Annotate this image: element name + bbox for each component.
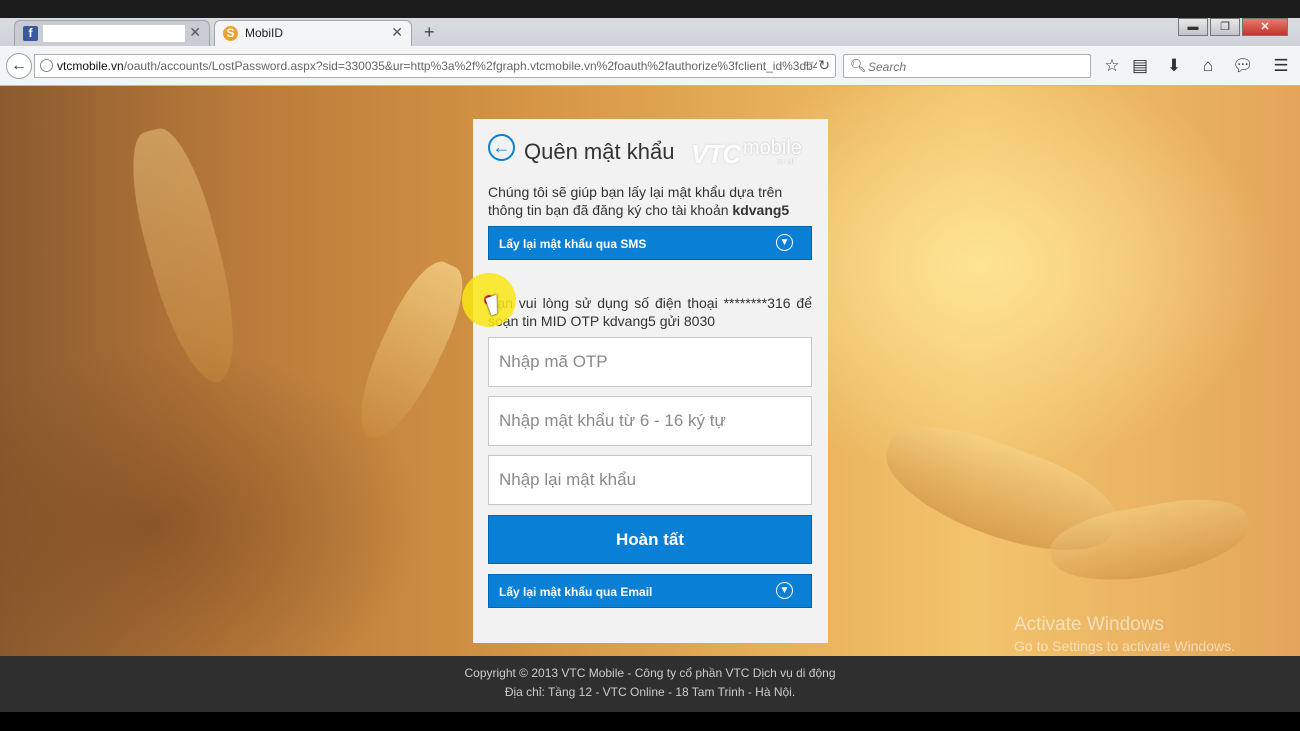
chevron-down-icon: ▼ (776, 234, 793, 251)
url-text[interactable]: vtcmobile.vn/oauth/accounts/LostPassword… (57, 59, 817, 73)
bookmark-star-icon[interactable]: ☆ (1102, 56, 1122, 76)
tab-close-icon[interactable]: ✕ (391, 24, 403, 41)
complete-button[interactable]: Hoàn tất (488, 515, 812, 564)
page-footer: Copyright © 2013 VTC Mobile - Công ty cổ… (0, 656, 1300, 712)
sms-instructions: Bạn vui lòng sử dụng số điện thoại *****… (488, 295, 812, 329)
facebook-icon: f (23, 26, 38, 41)
confirm-password-input[interactable] (488, 455, 812, 505)
url-dropdown-icon[interactable]: ▽ (805, 59, 813, 72)
logo-product: mobile (743, 137, 802, 159)
wheat-decoration (117, 121, 253, 391)
wheat-decoration (342, 252, 478, 450)
search-bar[interactable]: 🔍︎ (843, 54, 1091, 78)
logo-brand: VTC (691, 139, 741, 169)
browser-title-bar: f ✕ S MobiID ✕ + ▬ ❐ ✕ (0, 0, 1300, 46)
watermark-line1: Activate Windows (1014, 614, 1164, 635)
mobiid-icon: S (223, 26, 238, 41)
window-controls: ▬ ❐ ✕ (1176, 18, 1288, 36)
account-name: kdvang5 (732, 202, 790, 218)
back-arrow-icon[interactable]: ← (488, 134, 515, 161)
email-option-button[interactable]: Lấy lại mật khẩu qua Email ▼ (488, 574, 812, 608)
new-tab-button[interactable]: + (424, 22, 435, 43)
url-path: /oauth/accounts/LostPassword.aspx?sid=33… (123, 59, 817, 73)
url-host: vtcmobile.vn (57, 59, 124, 73)
reading-list-icon[interactable]: ▤ (1130, 56, 1150, 76)
search-input[interactable] (866, 57, 1090, 77)
vtc-mobile-logo: VTC mobile for all (691, 133, 811, 173)
tab-title-facebook (42, 24, 186, 43)
watermark-line2: Go to Settings to activate Windows. (1014, 638, 1235, 654)
forgot-password-panel: ← Quên mật khẩu VTC mobile for all Chúng… (473, 119, 828, 643)
tab-title-mobiid: MobiID (245, 26, 284, 40)
sms-option-label: Lấy lại mật khẩu qua SMS (499, 237, 647, 251)
sms-option-button[interactable]: Lấy lại mật khẩu qua SMS ▼ (488, 226, 812, 260)
chat-icon[interactable]: 💬︎ (1232, 56, 1254, 76)
download-icon[interactable]: ⬇ (1164, 56, 1184, 76)
globe-icon (40, 59, 53, 72)
back-arrow-icon: ← (11, 57, 27, 74)
navigation-bar: ← vtcmobile.vn/oauth/accounts/LostPasswo… (0, 46, 1300, 86)
address-bar[interactable]: vtcmobile.vn/oauth/accounts/LostPassword… (34, 54, 836, 78)
intro-text: Chúng tôi sẽ giúp bạn lấy lại mật khẩu d… (488, 183, 816, 219)
maximize-button[interactable]: ❐ (1210, 18, 1240, 36)
footer-copyright: Copyright © 2013 VTC Mobile - Công ty cổ… (464, 666, 836, 680)
tab-mobiid[interactable]: S MobiID ✕ (214, 20, 412, 46)
otp-input[interactable] (488, 337, 812, 387)
menu-icon[interactable]: ☰ (1271, 56, 1291, 76)
activate-windows-watermark: Activate Windows Go to Settings to activ… (1014, 614, 1235, 654)
screen-bottom-bar (0, 712, 1300, 731)
home-icon[interactable]: ⌂ (1198, 56, 1218, 76)
close-window-button[interactable]: ✕ (1242, 18, 1288, 36)
back-button[interactable]: ← (6, 53, 32, 79)
search-icon: 🔍︎ (850, 58, 867, 73)
logo-tagline: for all (777, 159, 795, 166)
new-password-input[interactable] (488, 396, 812, 446)
page-title: Quên mật khẩu (524, 139, 675, 164)
tab-facebook[interactable]: f ✕ (14, 20, 210, 46)
footer-address: Địa chỉ: Tầng 12 - VTC Online - 18 Tam T… (504, 685, 796, 699)
email-option-label: Lấy lại mật khẩu qua Email (499, 585, 653, 599)
reload-icon[interactable]: ↻ (818, 57, 830, 74)
chevron-down-icon: ▼ (776, 582, 793, 599)
tab-close-icon[interactable]: ✕ (189, 24, 201, 41)
minimize-button[interactable]: ▬ (1178, 18, 1208, 36)
